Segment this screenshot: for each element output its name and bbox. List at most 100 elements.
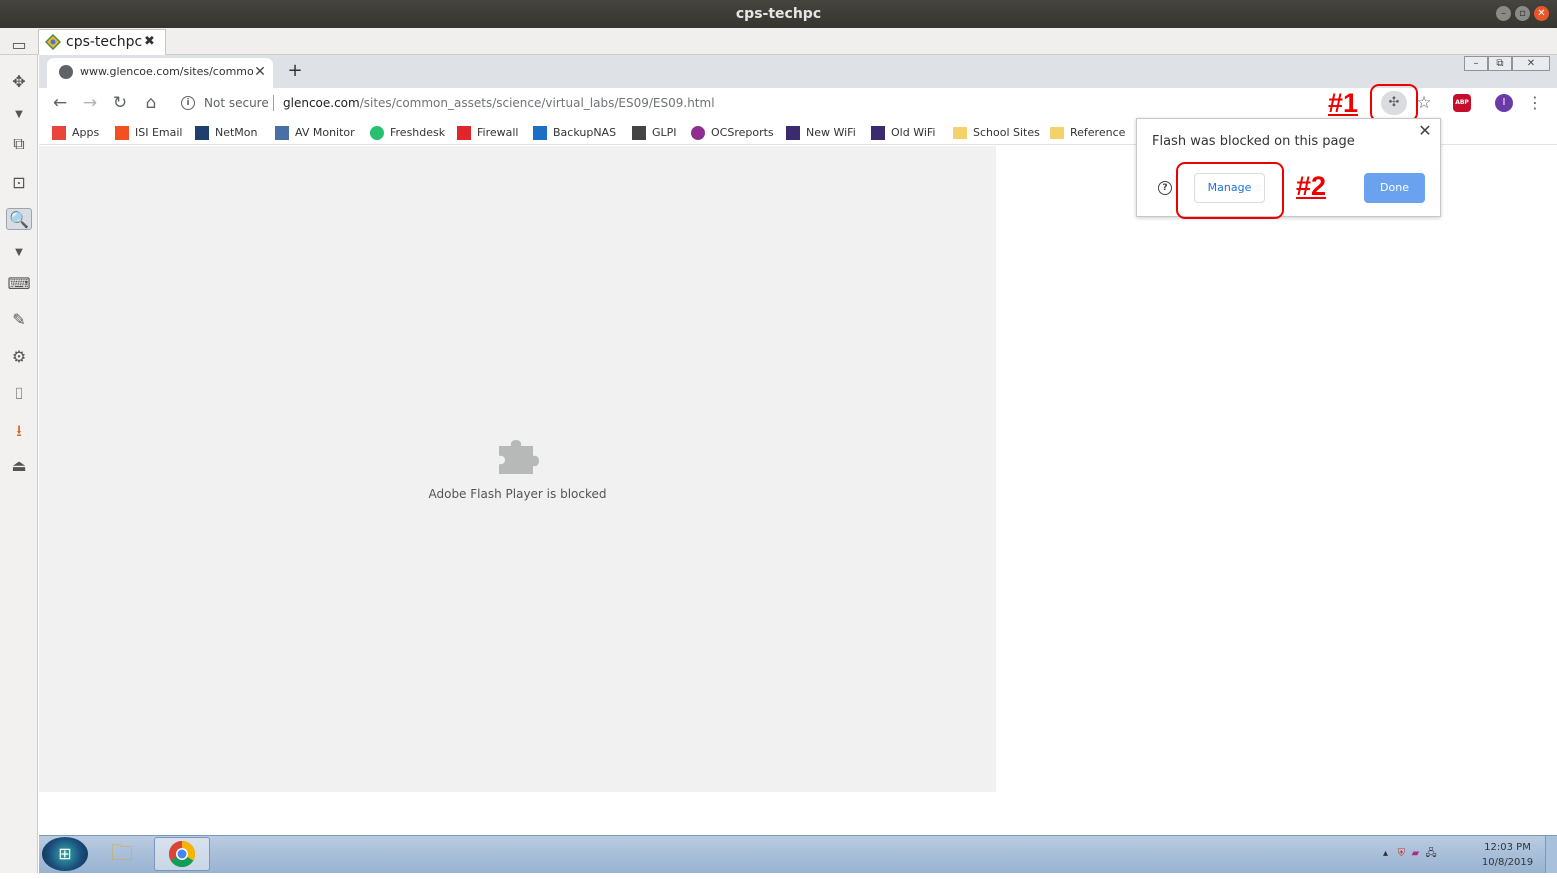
reload-icon[interactable]: ↻ [108, 91, 132, 115]
close-icon[interactable]: ✕ [1415, 121, 1435, 141]
screens-icon[interactable]: ⧉ [6, 133, 32, 155]
url-host: glencoe.com [283, 96, 360, 110]
browser-tab-title: www.glencoe.com/sites/commo [80, 65, 254, 78]
bookmark-label: OCSreports [711, 126, 774, 139]
forward-arrow-icon[interactable]: → [78, 91, 102, 115]
bookmark-apps[interactable]: Apps [52, 125, 99, 141]
bookmark-netmon[interactable]: NetMon [195, 125, 258, 141]
start-button[interactable]: ⊞ [42, 837, 88, 871]
plugin-blocked-message: Adobe Flash Player is blocked [428, 487, 607, 501]
adblock-icon[interactable]: ABP [1453, 94, 1471, 112]
minimize-window-button[interactable]: – [1496, 6, 1511, 21]
bookmark-ocsreports[interactable]: OCSreports [691, 125, 774, 141]
window-icon[interactable]: ▭ [6, 34, 32, 56]
divider [273, 95, 274, 111]
show-desktop-button[interactable] [1545, 836, 1557, 873]
clock-date: 10/8/2019 [1481, 857, 1534, 868]
profile-avatar[interactable]: I [1495, 94, 1513, 112]
taskbar-clock[interactable]: 12:03 PM 10/8/2019 [1470, 840, 1545, 870]
bookmark-av-monitor[interactable]: AV Monitor [275, 125, 355, 141]
bookmark-firewall[interactable]: Firewall [457, 125, 518, 141]
os-window-titlebar: cps-techpc [0, 0, 1557, 28]
windows-taskbar [39, 835, 1557, 873]
close-icon[interactable]: ✖ [144, 30, 155, 54]
move-icon[interactable]: ✥ [6, 71, 32, 93]
info-icon[interactable]: i [181, 96, 195, 110]
close-tab-icon[interactable]: ✕ [250, 58, 270, 86]
clock-time: 12:03 PM [1484, 842, 1531, 853]
bookmark-label: ISI Email [135, 126, 183, 139]
remote-session-tabbar [0, 28, 1557, 55]
chevron-down-icon[interactable]: ▼ [6, 104, 32, 126]
browser-close-button[interactable]: ✕ [1512, 56, 1550, 71]
remote-session-tab[interactable]: cps-techpc ✖ [38, 29, 166, 55]
gears-icon[interactable]: ⚙ [6, 346, 32, 368]
folder-icon [1050, 127, 1064, 139]
home-icon[interactable]: ⌂ [139, 91, 163, 115]
os-window-title: cps-techpc [735, 6, 822, 22]
shield-icon[interactable]: ⛨ [1398, 848, 1406, 859]
bookmark-school-sites[interactable]: School Sites [953, 125, 1040, 141]
dsm-icon [533, 126, 547, 140]
camera-icon[interactable]: ⌷ [6, 383, 32, 405]
bookmark-label: New WiFi [806, 126, 856, 139]
url-text[interactable]: glencoe.com/sites/common_assets/science/… [283, 96, 715, 110]
freshdesk-icon [370, 126, 384, 140]
bookmark-label: AV Monitor [295, 126, 355, 139]
bookmark-label: Reference [1070, 126, 1126, 139]
microsoft-icon [115, 126, 129, 140]
puzzle-piece-icon [499, 440, 539, 474]
bookmark-new-wifi[interactable]: New WiFi [786, 125, 856, 141]
url-path: /sites/common_assets/science/virtual_lab… [359, 96, 715, 110]
e-logo-icon [871, 126, 885, 140]
annotation-circle-2 [1176, 162, 1284, 219]
bookmark-isi-email[interactable]: ISI Email [115, 125, 183, 141]
bookmark-label: NetMon [215, 126, 258, 139]
folder-icon [953, 127, 967, 139]
tools-icon[interactable]: ✎ [6, 309, 32, 331]
browser-restore-button[interactable]: ⧉ [1488, 56, 1512, 71]
fortinet-icon [457, 126, 471, 140]
dots-grid-icon [275, 126, 289, 140]
grid-icon [195, 126, 209, 140]
file-explorer-icon[interactable]: 🗀 [94, 837, 150, 871]
bookmark-label: Apps [72, 126, 100, 139]
bookmark-label: Freshdesk [390, 126, 446, 139]
bookmark-freshdesk[interactable]: Freshdesk [370, 125, 445, 141]
annotation-label-1: #1 [1328, 88, 1359, 118]
kebab-menu-icon[interactable]: ⋮ [1527, 91, 1543, 115]
zoom-screen-icon[interactable]: 🔍 [6, 208, 32, 230]
annotation-circle-1 [1370, 84, 1418, 122]
download-icon[interactable]: ⭳ [6, 420, 32, 442]
help-icon[interactable]: ? [1158, 181, 1172, 195]
chrome-taskbar-icon[interactable] [154, 837, 210, 871]
bookmark-label: GLPI [652, 126, 677, 139]
bookmark-reference[interactable]: Reference [1050, 125, 1125, 141]
close-window-button[interactable]: ✕ [1534, 6, 1549, 21]
browser-minimize-button[interactable]: – [1464, 56, 1488, 71]
browser-tab[interactable]: www.glencoe.com/sites/commo [47, 58, 273, 88]
app-tray-icon[interactable]: ▰ [1411, 848, 1419, 859]
new-tab-button[interactable]: + [285, 60, 305, 84]
keyboard-icon[interactable]: ⌨ [6, 273, 32, 295]
bookmark-label: Firewall [477, 126, 519, 139]
done-button[interactable]: Done [1364, 173, 1425, 203]
security-status[interactable]: Not secure [204, 96, 269, 110]
back-arrow-icon[interactable]: ← [48, 91, 72, 115]
maximize-window-button[interactable]: ▫ [1515, 6, 1530, 21]
chevron-up-icon[interactable]: ▴ [1383, 848, 1388, 859]
e-logo-icon [786, 126, 800, 140]
chevron-down-icon[interactable]: ▼ [6, 242, 32, 264]
system-tray[interactable]: ▴ ⛨ ▰ 🖧 [1383, 846, 1437, 863]
disconnect-plug-icon[interactable]: ⏏ [6, 455, 32, 477]
network-icon[interactable]: 🖧 [1426, 848, 1437, 859]
chrome-icon [168, 840, 196, 868]
resize-window-icon[interactable]: ⊡ [6, 172, 32, 194]
remote-session-tab-label: cps-techpc [66, 34, 143, 50]
bookmark-label: BackupNAS [553, 126, 617, 139]
popup-title: Flash was blocked on this page [1152, 134, 1355, 149]
bookmark-old-wifi[interactable]: Old WiFi [871, 125, 935, 141]
bookmark-backupnas[interactable]: BackupNAS [533, 125, 616, 141]
bookmark-glpi[interactable]: GLPI [632, 125, 677, 141]
apps-grid-icon [52, 126, 66, 140]
